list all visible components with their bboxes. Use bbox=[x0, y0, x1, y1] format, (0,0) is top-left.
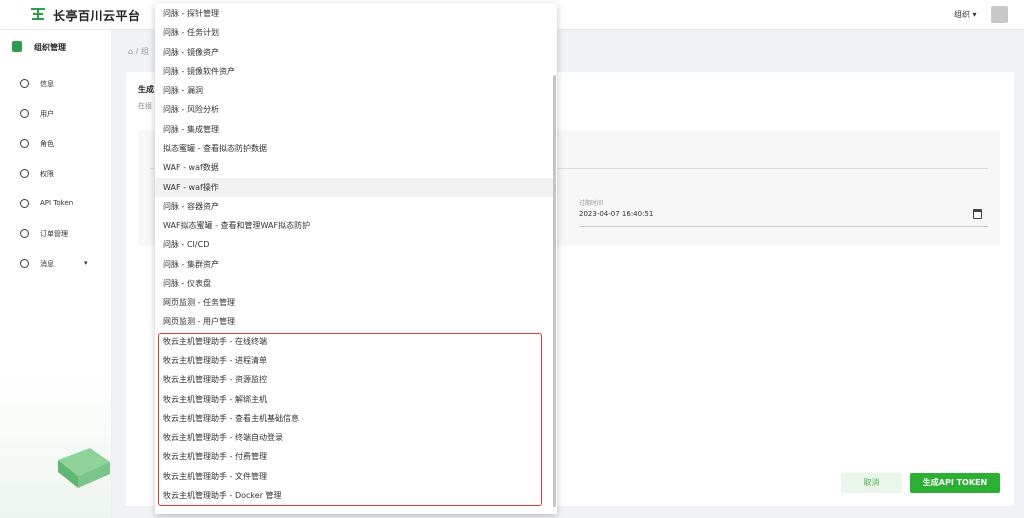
permission-icon bbox=[20, 169, 29, 178]
dropdown-option[interactable]: 问脉 - 集成管理 bbox=[155, 120, 553, 139]
scrollbar[interactable] bbox=[553, 75, 556, 507]
expiry-underline bbox=[579, 226, 988, 227]
dropdown-option[interactable]: 网页监测 - 任务管理 bbox=[155, 293, 553, 312]
dropdown-option[interactable]: 问脉 - 仪表盘 bbox=[155, 274, 553, 293]
info-icon bbox=[20, 79, 29, 88]
sidebar-item-label: 权限 bbox=[40, 170, 54, 178]
expiry-label: 过期时间 bbox=[579, 200, 604, 207]
sidebar-item-roles[interactable]: 角色 bbox=[0, 135, 111, 155]
logo-icon bbox=[31, 8, 45, 20]
dropdown-option[interactable]: 问脉 - 探针管理 bbox=[155, 4, 553, 23]
breadcrumb[interactable]: ⌂ / 组 bbox=[128, 46, 149, 57]
panel-description: 在组 bbox=[138, 102, 152, 110]
sidebar-item-info[interactable]: 信息 bbox=[0, 75, 111, 95]
sidebar-item-permissions[interactable]: 权限 bbox=[0, 165, 111, 185]
avatar[interactable] bbox=[991, 6, 1008, 23]
expiry-input[interactable]: 2023-04-07 16:40:51 bbox=[579, 210, 653, 218]
app-title: 长亭百川云平台 bbox=[53, 9, 141, 23]
generate-token-button[interactable]: 生成API TOKEN bbox=[910, 473, 1000, 493]
dropdown-option[interactable]: 问脉 - 漏洞 bbox=[155, 81, 553, 100]
dropdown-option[interactable]: 问脉 - 任务计划 bbox=[155, 23, 553, 42]
sidebar-item-label: 信息 bbox=[40, 80, 54, 88]
role-icon bbox=[20, 139, 29, 148]
sidebar-item-label: 角色 bbox=[40, 140, 54, 148]
panel-title: 生成 bbox=[138, 85, 154, 94]
sidebar-item-label: API Token bbox=[40, 199, 74, 207]
sidebar-section-label: 组织管理 bbox=[34, 43, 66, 52]
dropdown-option[interactable]: WAF - waf操作 bbox=[155, 177, 553, 197]
cancel-button[interactable]: 取消 bbox=[841, 473, 902, 493]
bell-icon bbox=[20, 259, 29, 268]
dropdown-option[interactable]: 拟态蜜罐 - 查看拟态防护数据 bbox=[155, 139, 553, 158]
org-icon bbox=[12, 41, 22, 52]
sidebar-item-label: 订单管理 bbox=[40, 230, 68, 238]
decoration-illustration bbox=[58, 448, 110, 488]
chevron-down-icon: ▾ bbox=[84, 259, 88, 267]
sidebar-item-label: 消息 bbox=[40, 260, 54, 268]
dropdown-option[interactable]: 问脉 - 风险分析 bbox=[155, 100, 553, 119]
sidebar-item-users[interactable]: 用户 bbox=[0, 105, 111, 125]
dropdown-option[interactable]: 问脉 - 镜像软件资产 bbox=[155, 62, 553, 81]
calendar-icon[interactable] bbox=[973, 209, 982, 219]
dropdown-option[interactable]: 问脉 - 集群资产 bbox=[155, 255, 553, 274]
sidebar-item-orders[interactable]: 订单管理 bbox=[0, 225, 111, 245]
sidebar: 组织管理 信息 用户 角色 权限 API Token 订单管理 消息 ▾ bbox=[0, 30, 112, 518]
sidebar-item-messages[interactable]: 消息 ▾ bbox=[0, 255, 111, 275]
sidebar-item-label: 用户 bbox=[40, 110, 54, 118]
dropdown-option[interactable]: 网页监测 - 用户管理 bbox=[155, 312, 553, 331]
dropdown-option[interactable]: WAF - waf数据 bbox=[155, 158, 553, 177]
order-icon bbox=[20, 229, 29, 238]
sidebar-section-org[interactable]: 组织管理 bbox=[0, 38, 111, 60]
sidebar-item-api-token[interactable]: API Token bbox=[0, 195, 111, 215]
dropdown-option[interactable]: 问脉 - 容器资产 bbox=[155, 197, 553, 216]
user-icon bbox=[20, 109, 29, 118]
key-icon bbox=[20, 199, 29, 208]
org-menu[interactable]: 组织 ▾ bbox=[954, 9, 977, 20]
dropdown-option[interactable]: 问脉 - 镜像资产 bbox=[155, 43, 553, 62]
dropdown-option[interactable]: WAF拟态蜜罐 - 查看和管理WAF拟态防护 bbox=[155, 216, 553, 235]
highlight-box bbox=[158, 333, 542, 506]
dropdown-option[interactable]: 问脉 - CI/CD bbox=[155, 235, 553, 254]
